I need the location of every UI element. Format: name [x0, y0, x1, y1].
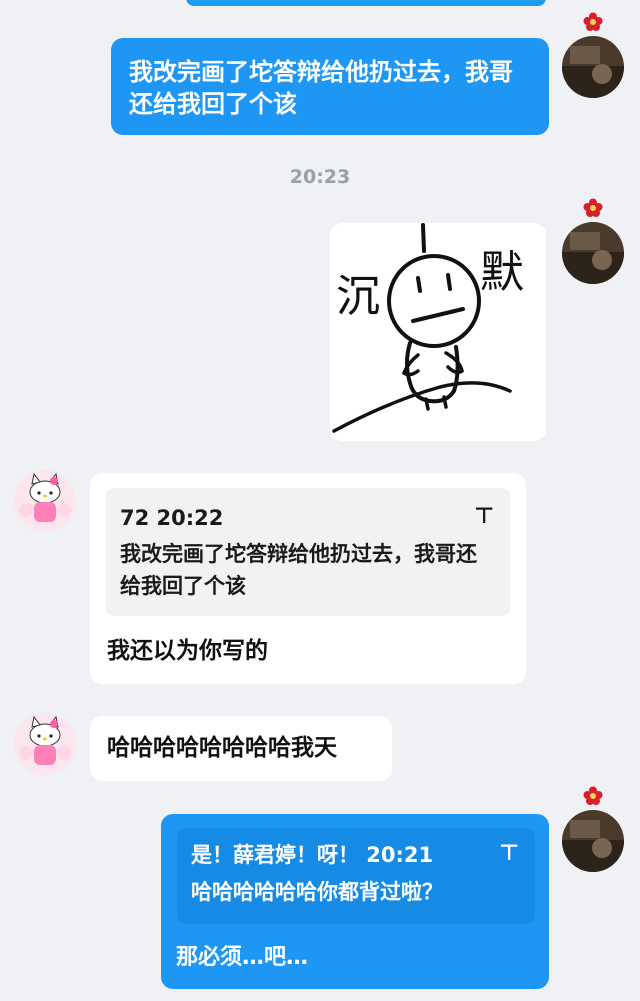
quote-meta: 是！薛君婷！呀！ 20:21	[191, 843, 434, 867]
avatar-them[interactable]	[14, 470, 76, 532]
dark-photo-avatar-icon	[562, 222, 624, 284]
quoted-message[interactable]: 72 20:22 ⊤ 我改完画了坨答辩给他扔过去，我哥还给我回了个该	[106, 488, 510, 616]
message-text: 哈哈哈哈哈哈哈哈我天	[107, 735, 337, 761]
dark-photo-avatar-icon	[562, 36, 624, 98]
quote-meta: 72 20:22	[120, 506, 224, 530]
quoted-message[interactable]: 是！薛君婷！呀！ 20:21 ⊤ 哈哈哈哈哈哈你都背过啦？	[177, 828, 535, 924]
quote-text: 哈哈哈哈哈哈你都背过啦？	[191, 880, 443, 904]
hello-kitty-avatar-icon	[14, 713, 76, 775]
silent-stickman-sticker: 沉 默	[332, 223, 524, 433]
message-text: 我改完画了坨答辩给他扔过去，我哥还给我回了个该	[129, 58, 513, 118]
pin-top-icon[interactable]: ⊤	[474, 501, 494, 533]
sticker-message[interactable]: 沉 默	[330, 223, 546, 441]
message-text: 我还以为你写的	[107, 638, 268, 664]
sticker-char-right: 默	[480, 247, 524, 298]
avatar-me[interactable]	[562, 36, 624, 98]
hello-kitty-avatar-icon	[14, 470, 76, 532]
message-bubble-incoming[interactable]: 哈哈哈哈哈哈哈哈我天	[90, 716, 392, 781]
red-flower-icon	[583, 12, 603, 31]
message-bubble-outgoing[interactable]: 是！薛君婷！呀！ 20:21 ⊤ 哈哈哈哈哈哈你都背过啦？ 那必须…吧…	[161, 814, 549, 989]
message-bubble-outgoing[interactable]: 我改完画了坨答辩给他扔过去，我哥还给我回了个该	[111, 38, 549, 135]
avatar-me[interactable]	[562, 222, 624, 284]
previous-message-bubble	[186, 0, 546, 6]
dark-photo-avatar-icon	[562, 810, 624, 872]
quote-text: 我改完画了坨答辩给他扔过去，我哥还给我回了个该	[120, 542, 477, 598]
red-flower-icon	[583, 198, 603, 217]
red-flower-icon	[583, 786, 603, 805]
time-divider: 20:23	[289, 166, 351, 188]
avatar-them[interactable]	[14, 713, 76, 775]
message-text: 那必须…吧…	[176, 945, 309, 970]
sticker-char-left: 沉	[336, 271, 380, 322]
avatar-me[interactable]	[562, 810, 624, 872]
message-bubble-incoming[interactable]: 72 20:22 ⊤ 我改完画了坨答辩给他扔过去，我哥还给我回了个该 我还以为你…	[90, 473, 526, 684]
pin-top-icon[interactable]: ⊤	[499, 838, 519, 870]
